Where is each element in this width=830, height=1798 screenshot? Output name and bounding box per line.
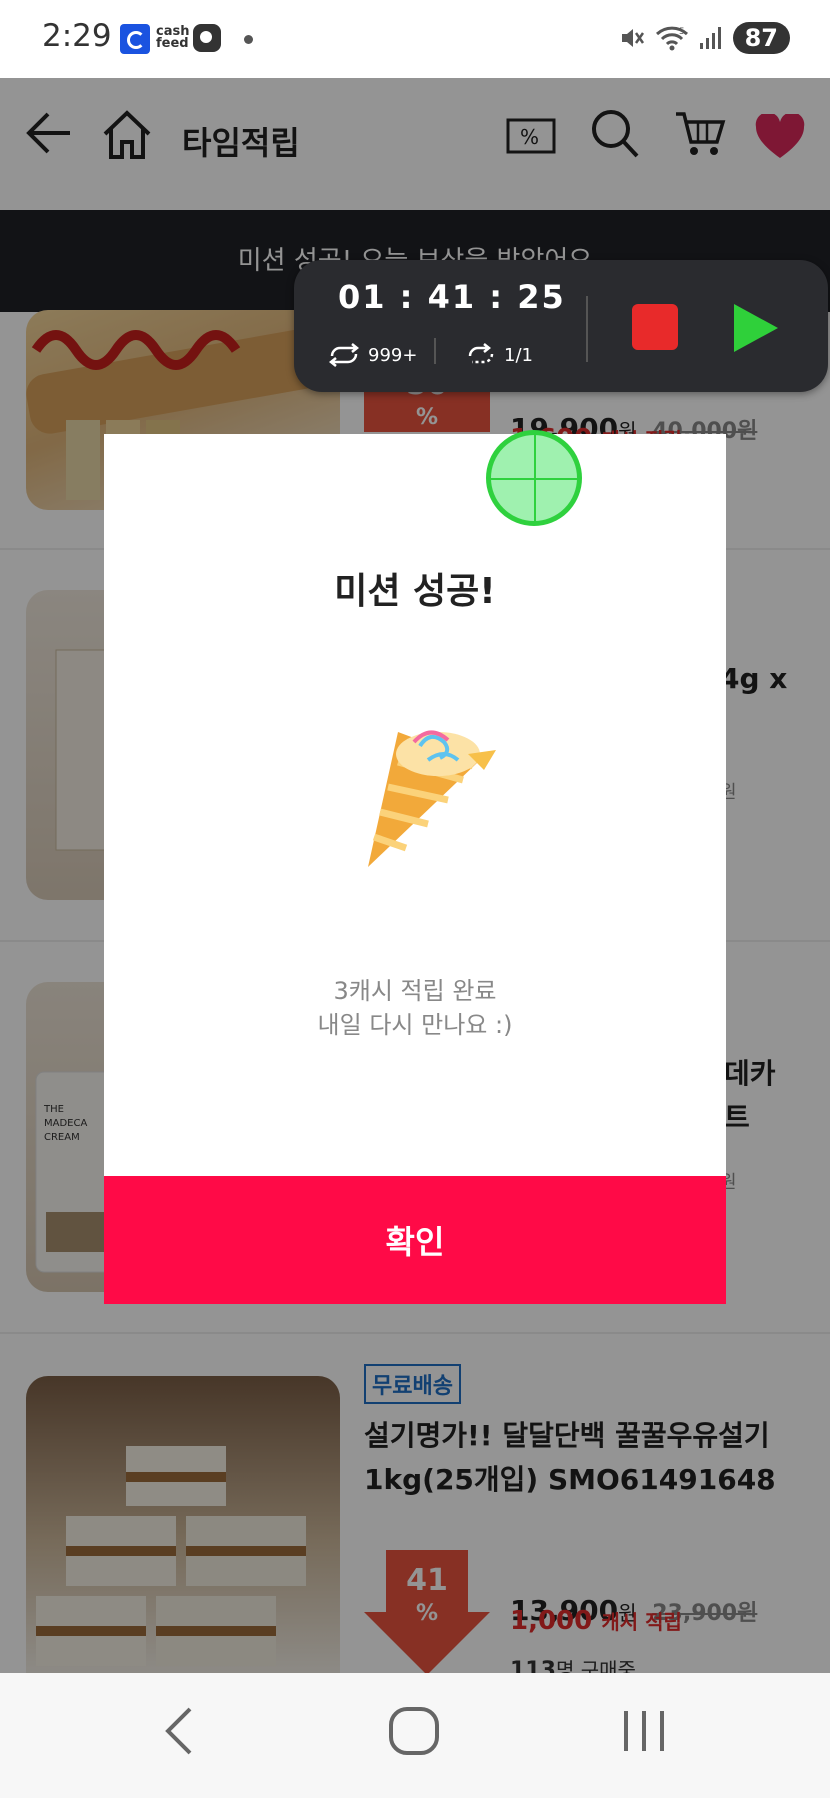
- cashfeed-app-icon: [120, 24, 150, 54]
- status-bar: 2:29 cash feed 5 87: [0, 0, 830, 78]
- repeat-icon: [328, 343, 360, 367]
- cashfeed-label: cash feed: [156, 25, 189, 51]
- system-nav-bar: [0, 1673, 830, 1798]
- repeat-count: 999+: [368, 344, 418, 366]
- nav-recents-icon[interactable]: [620, 1703, 670, 1759]
- wifi-level: 5: [679, 27, 685, 37]
- battery-level: 87: [732, 22, 790, 54]
- nav-back-icon[interactable]: [160, 1703, 200, 1759]
- dialog-message: 3캐시 적립 완료 내일 다시 만나요 :): [104, 974, 726, 1042]
- status-icons: 5 87: [619, 22, 790, 54]
- confirm-button[interactable]: 확인: [104, 1176, 726, 1304]
- loop-counter: 1/1: [464, 342, 533, 368]
- touch-crosshair-indicator: [486, 430, 582, 526]
- signal-icon: [699, 27, 721, 49]
- status-time: 2:29: [42, 18, 112, 54]
- ice-cream-cone-icon: [368, 730, 496, 867]
- loop-count: 1/1: [504, 344, 533, 366]
- timer-divider: [434, 338, 436, 364]
- cashfeed-line2: feed: [156, 36, 189, 51]
- play-button[interactable]: [734, 304, 778, 352]
- more-notifications-dot: [244, 35, 253, 44]
- message-line1: 3캐시 적립 완료: [333, 977, 497, 1005]
- floating-timer-panel[interactable]: 01 : 41 : 25 999+ 1/1: [294, 260, 828, 392]
- dialog-title: 미션 성공!: [334, 571, 496, 612]
- mute-icon: [621, 29, 644, 47]
- timer-separator: [586, 296, 588, 362]
- nav-home-icon[interactable]: [386, 1703, 444, 1759]
- message-line2: 내일 다시 만나요 :): [317, 1011, 513, 1039]
- notification-app-icon: [193, 24, 221, 52]
- repeat-counter: 999+: [326, 342, 417, 368]
- mission-success-dialog: 미션 성공! 3캐시 적립 완료 내일 다시 만나요 :) 확인: [104, 434, 726, 1304]
- stop-button[interactable]: [632, 304, 678, 350]
- timer-display: 01 : 41 : 25: [338, 278, 566, 316]
- wifi-icon: 5: [655, 26, 688, 51]
- loop-icon: [468, 343, 494, 364]
